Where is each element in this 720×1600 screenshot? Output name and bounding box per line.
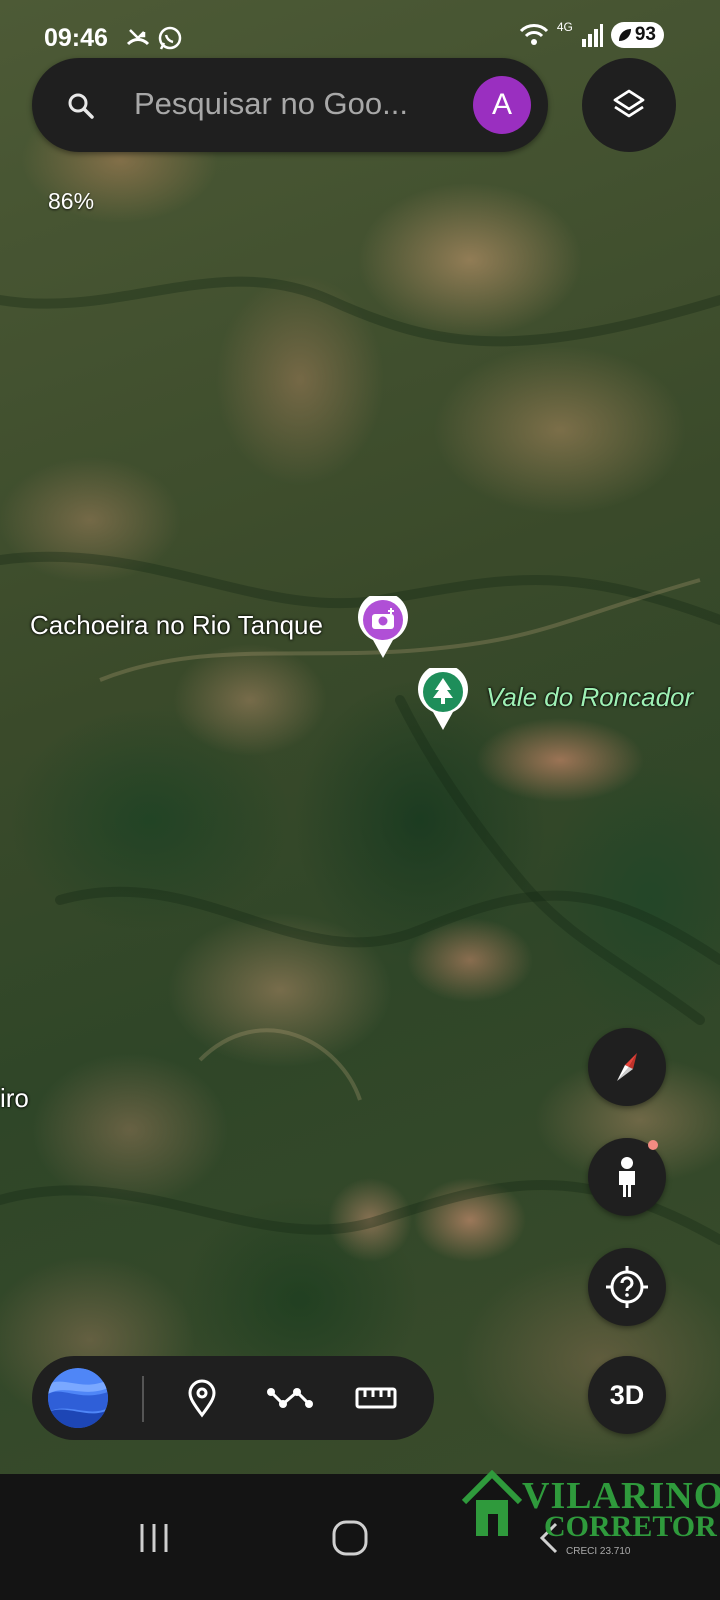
toolbar-divider: [142, 1376, 144, 1422]
search-icon: [68, 93, 94, 119]
status-time: 09:46: [44, 24, 108, 52]
missed-call-icon: [126, 29, 150, 46]
notification-dot: [648, 1140, 658, 1150]
ruler-icon[interactable]: [354, 1378, 398, 1418]
search-bar[interactable]: Pesquisar no Goo... A: [32, 58, 548, 152]
park-pin[interactable]: [416, 664, 470, 732]
battery-indicator: 93: [610, 22, 664, 48]
watermark: VILARINO CORRETOR CRECI 23.710: [462, 1470, 720, 1580]
watermark-line2: CORRETOR: [544, 1510, 717, 1543]
network-type: 4G: [556, 20, 573, 34]
camera-icon: [358, 592, 408, 658]
earth-icon[interactable]: [48, 1368, 108, 1428]
place-label-waterfall[interactable]: Cachoeira no Rio Tanque: [30, 610, 323, 641]
pegman-icon: [619, 1157, 635, 1197]
search-input[interactable]: Pesquisar no Goo...: [134, 86, 408, 122]
compass-icon: [617, 1053, 637, 1081]
layers-icon: [613, 89, 645, 118]
voyager-button[interactable]: [588, 1248, 666, 1326]
zoom-level: 86%: [48, 188, 95, 214]
wifi-icon: [519, 24, 548, 45]
place-label-partial[interactable]: iro: [0, 1083, 29, 1114]
battery-level: 93: [634, 24, 656, 45]
compass-button[interactable]: [588, 1028, 666, 1106]
watermark-line3: CRECI 23.710: [566, 1546, 631, 1557]
recent-apps-icon[interactable]: [134, 1518, 174, 1558]
account-avatar[interactable]: A: [473, 76, 531, 134]
tree-icon: [418, 664, 468, 730]
place-label-park[interactable]: Vale do Roncador: [486, 682, 693, 713]
path-icon[interactable]: [266, 1378, 314, 1418]
3d-button[interactable]: 3D: [588, 1356, 666, 1434]
waterfall-pin[interactable]: [356, 592, 410, 660]
leaf-icon: [618, 29, 631, 41]
bottom-toolbar: [32, 1356, 434, 1440]
home-icon[interactable]: [330, 1518, 370, 1558]
signal-icon: [581, 24, 603, 47]
house-logo-icon: [462, 1470, 522, 1536]
help-icon: [606, 1266, 648, 1308]
layers-button[interactable]: [582, 58, 676, 152]
whatsapp-icon: [158, 26, 182, 50]
place-pin-icon[interactable]: [182, 1378, 222, 1418]
